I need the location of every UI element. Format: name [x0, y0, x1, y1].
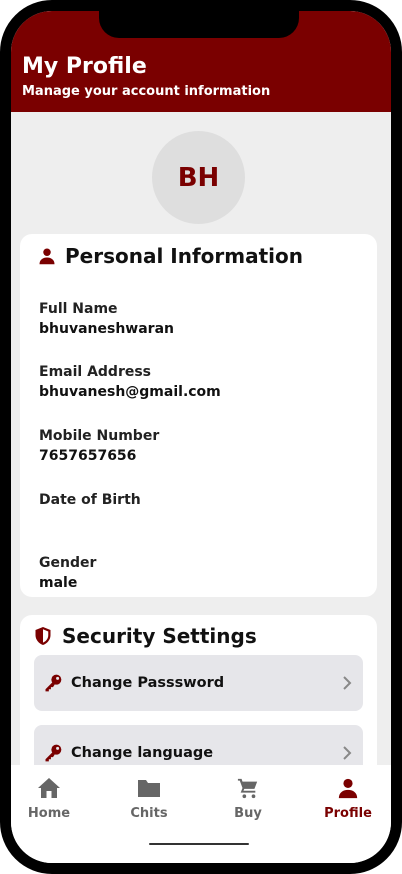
- bottom-nav: Home Chits Buy Profile: [11, 765, 391, 863]
- key-icon: [43, 673, 63, 693]
- change-password-label: Change Passsword: [71, 675, 225, 691]
- field-label: Date of Birth: [39, 492, 141, 508]
- field-label: Mobile Number: [39, 428, 160, 444]
- change-password-button[interactable]: Change Passsword: [34, 655, 363, 711]
- phone-frame: My Profile Manage your account informati…: [0, 0, 402, 874]
- folder-icon: [137, 777, 161, 803]
- nav-profile-label: Profile: [324, 806, 372, 821]
- field-full-name: Full Name bhuvaneshwaran: [39, 301, 174, 338]
- field-label: Email Address: [39, 364, 152, 380]
- chevron-right-icon: [339, 745, 355, 761]
- page-title: My Profile: [22, 54, 147, 79]
- field-value: bhuvanesh@gmail.com: [39, 384, 221, 400]
- field-label: Gender: [39, 555, 97, 571]
- home-icon: [37, 777, 61, 803]
- field-value: male: [39, 575, 78, 591]
- field-value: 7657657656: [39, 448, 137, 464]
- security-settings-title: Security Settings: [62, 624, 257, 648]
- device-notch: [99, 11, 299, 38]
- change-language-label: Change language: [71, 745, 214, 761]
- personal-info-card: Personal Information Full Name bhuvanesh…: [20, 234, 377, 597]
- field-label: Full Name: [39, 301, 118, 317]
- nav-buy-label: Buy: [234, 806, 262, 821]
- field-value: bhuvaneshwaran: [39, 321, 174, 337]
- nav-chits-label: Chits: [130, 806, 168, 821]
- nav-home-label: Home: [27, 806, 71, 821]
- field-value: [39, 512, 141, 529]
- home-indicator: [149, 843, 249, 845]
- personal-info-header: Personal Information: [38, 244, 303, 268]
- chevron-right-icon: [339, 675, 355, 691]
- page-subtitle: Manage your account information: [22, 84, 271, 99]
- security-settings-header: Security Settings: [34, 624, 257, 648]
- field-mobile: Mobile Number 7657657656: [39, 428, 159, 465]
- nav-home[interactable]: Home: [11, 777, 88, 821]
- nav-chits[interactable]: Chits: [110, 777, 188, 821]
- field-email: Email Address bhuvanesh@gmail.com: [39, 364, 221, 401]
- person-icon: [337, 777, 359, 803]
- person-icon: [38, 247, 56, 265]
- key-icon: [43, 743, 63, 763]
- cart-icon: [236, 777, 260, 803]
- shield-icon: [34, 626, 52, 646]
- field-gender: Gender male: [39, 555, 96, 592]
- nav-profile[interactable]: Profile: [309, 777, 387, 821]
- avatar[interactable]: BH: [152, 131, 245, 224]
- nav-buy[interactable]: Buy: [209, 777, 287, 821]
- field-date-of-birth: Date of Birth: [39, 492, 141, 529]
- personal-info-title: Personal Information: [65, 244, 303, 268]
